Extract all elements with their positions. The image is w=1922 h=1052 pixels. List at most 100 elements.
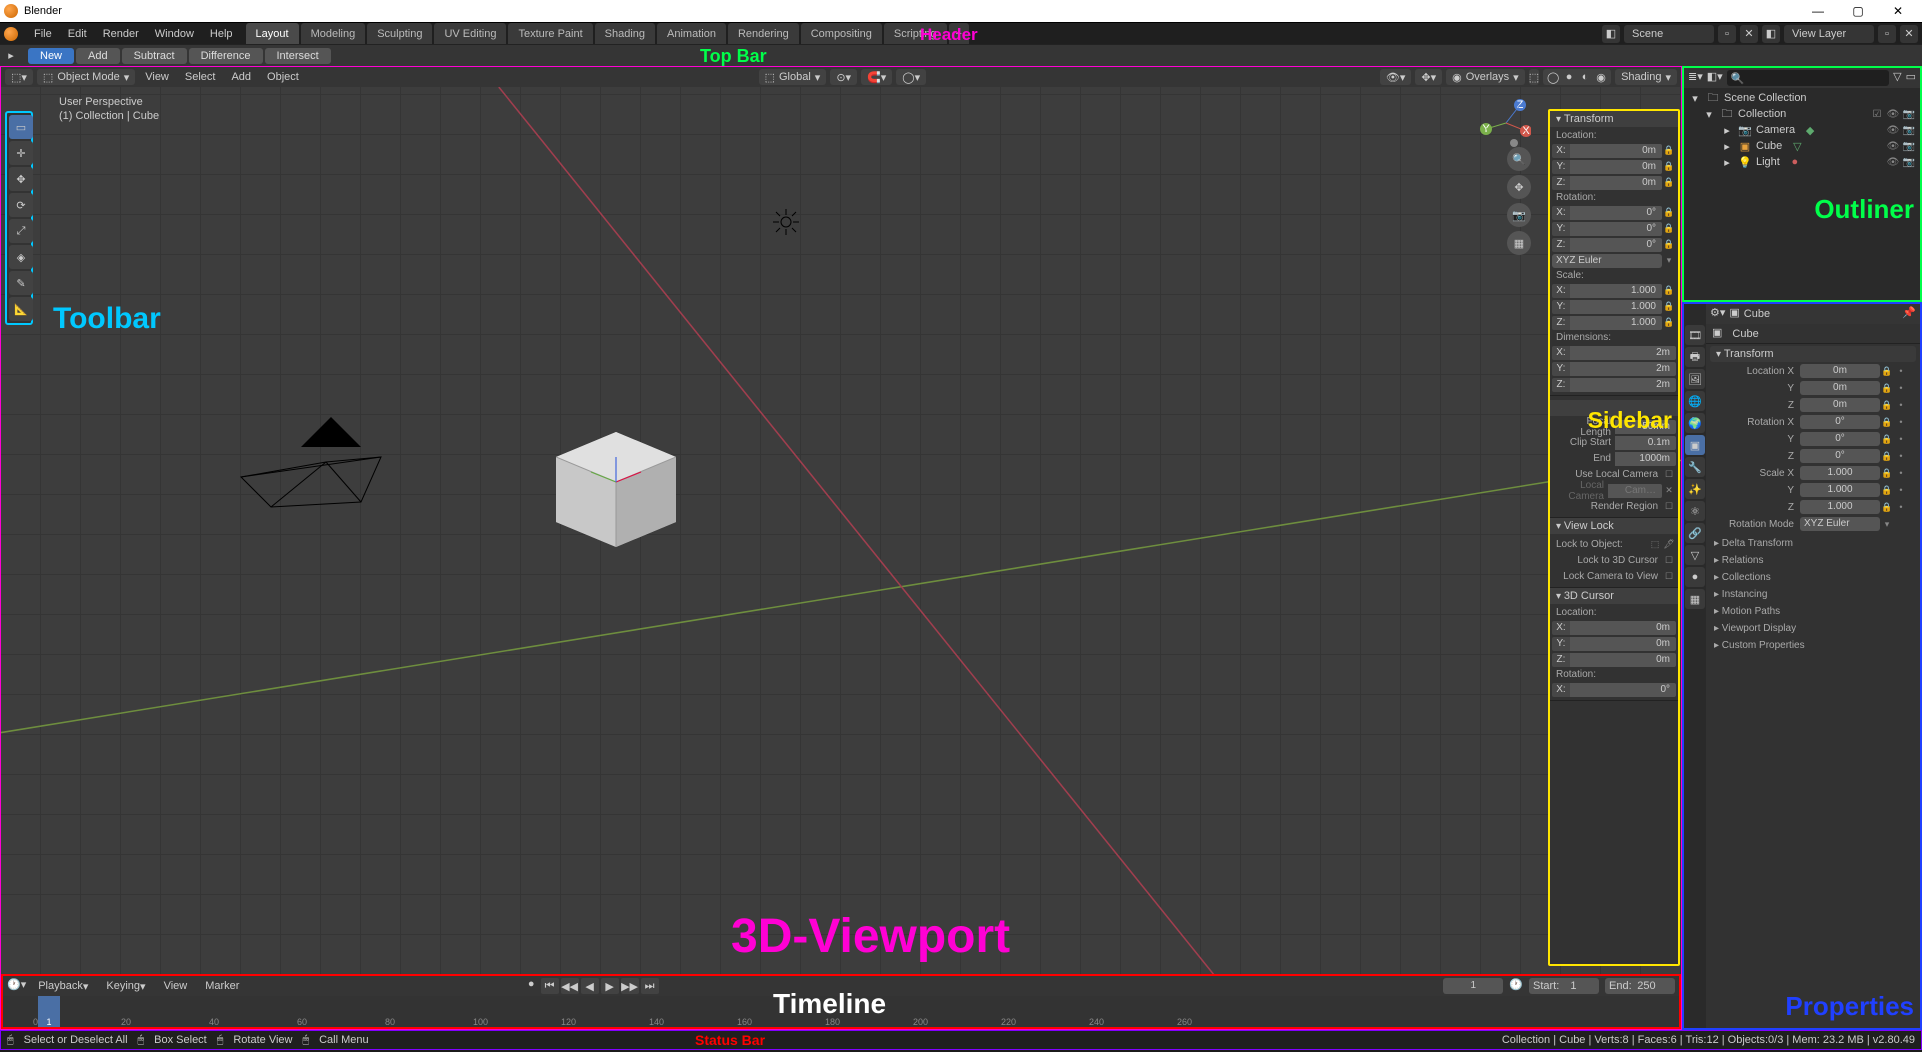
dim-y[interactable]: 2m	[1570, 362, 1676, 376]
zoom-icon[interactable]: 🔍	[1507, 147, 1531, 171]
p-scl-z[interactable]: 1.000	[1800, 500, 1880, 514]
cursor-rx[interactable]: 0°	[1570, 683, 1676, 697]
loc-z[interactable]: 0m	[1570, 176, 1662, 190]
tool-transform[interactable]: ◈	[9, 245, 33, 269]
tool-scale[interactable]: ⤢	[9, 219, 33, 243]
p-loc-z[interactable]: 0m	[1800, 398, 1880, 412]
prop-panel[interactable]: ▸ Collections	[1706, 569, 1920, 586]
lock-object-picker[interactable]: ⬚	[1648, 539, 1662, 550]
dim-x[interactable]: 2m	[1570, 346, 1676, 360]
collection-exclude-icon[interactable]: ☑	[1870, 109, 1884, 120]
snap-icon[interactable]: 🧲▾	[861, 69, 892, 85]
next-key-icon[interactable]: ▶▶	[621, 978, 639, 994]
prop-panel[interactable]: ▸ Viewport Display	[1706, 620, 1920, 637]
menu-edit[interactable]: Edit	[60, 23, 95, 44]
current-frame[interactable]: 1	[1443, 978, 1503, 994]
nav-gizmo[interactable]: Z Y X	[1476, 93, 1531, 148]
tab-scripting[interactable]: Scripting	[884, 23, 947, 45]
shading-modes[interactable]: ◯●◐◉	[1543, 69, 1611, 85]
perspective-icon[interactable]: ▦	[1507, 231, 1531, 255]
bool-new-button[interactable]: New	[28, 48, 74, 64]
overlays-toggle[interactable]: ◉ Overlays ▾	[1446, 69, 1525, 85]
shading-dropdown[interactable]: Shading ▾	[1615, 69, 1677, 85]
playhead[interactable]: 1	[38, 996, 60, 1027]
ptab-object[interactable]: ▣	[1685, 435, 1705, 455]
menu-help[interactable]: Help	[202, 23, 241, 44]
prop-panel[interactable]: ▸ Instancing	[1706, 586, 1920, 603]
prop-panel[interactable]: ▸ Motion Paths	[1706, 603, 1920, 620]
clock-icon[interactable]: 🕐	[1509, 978, 1523, 994]
ptab-constraints[interactable]: 🔗	[1685, 523, 1705, 543]
close-button[interactable]: ✕	[1878, 0, 1918, 22]
prop-panel[interactable]: ▸ Custom Properties	[1706, 637, 1920, 654]
end-frame[interactable]: End: 250	[1605, 978, 1675, 994]
tab-add[interactable]: +	[949, 23, 969, 45]
vp-menu-select[interactable]: Select	[179, 71, 222, 83]
bool-subtract-button[interactable]: Subtract	[122, 48, 187, 64]
tab-shading[interactable]: Shading	[595, 23, 655, 45]
tool-rotate[interactable]: ⟳	[9, 193, 33, 217]
tab-animation[interactable]: Animation	[657, 23, 726, 45]
minimize-button[interactable]: —	[1798, 0, 1838, 22]
menu-window[interactable]: Window	[147, 23, 202, 44]
object-name-input[interactable]: Cube	[1726, 326, 1914, 342]
bool-intersect-button[interactable]: Intersect	[265, 48, 331, 64]
rotmode[interactable]: XYZ Euler	[1552, 254, 1662, 268]
orientation-select[interactable]: ⬚ Global ▾	[759, 69, 827, 85]
p-scl-x[interactable]: 1.000	[1800, 466, 1880, 480]
np-cursor-h[interactable]: ▾ 3D Cursor	[1550, 588, 1678, 604]
mode-select[interactable]: ⬚ Object Mode ▾	[37, 69, 135, 85]
ptab-viewlayer[interactable]: 🖼	[1685, 369, 1705, 389]
ptab-modifiers[interactable]: 🔧	[1685, 457, 1705, 477]
play-rev-icon[interactable]: ◀	[581, 978, 599, 994]
prev-key-icon[interactable]: ◀◀	[561, 978, 579, 994]
ptab-render[interactable]: 🎞	[1685, 325, 1705, 345]
ptab-physics[interactable]: ⚛	[1685, 501, 1705, 521]
use-local-camera-checkbox[interactable]: ☐	[1662, 469, 1676, 480]
dim-z[interactable]: 2m	[1570, 378, 1676, 392]
outliner-cube[interactable]: ▸▣Cube▽ 👁📷	[1688, 138, 1916, 154]
cursor-y[interactable]: 0m	[1570, 637, 1676, 651]
play-icon[interactable]: ▶	[601, 978, 619, 994]
p-loc-x[interactable]: 0m	[1800, 364, 1880, 378]
tab-compositing[interactable]: Compositing	[801, 23, 882, 45]
loc-x[interactable]: 0m	[1570, 144, 1662, 158]
p-loc-y[interactable]: 0m	[1800, 381, 1880, 395]
prop-panel[interactable]: ▸ Delta Transform	[1706, 535, 1920, 552]
p-rot-x[interactable]: 0°	[1800, 415, 1880, 429]
viewlayer-browse-icon[interactable]: ◧	[1762, 25, 1780, 43]
focal-length[interactable]: 50mm	[1615, 420, 1676, 434]
maximize-button[interactable]: ▢	[1838, 0, 1878, 22]
jump-start-icon[interactable]: ⏮	[541, 978, 559, 994]
tool-cursor[interactable]: ✛	[9, 141, 33, 165]
lock-cam-checkbox[interactable]: ☐	[1662, 571, 1676, 582]
start-frame[interactable]: Start: 1	[1529, 978, 1599, 994]
timeline-body[interactable]: 1 020406080100120140160180200220240260	[3, 996, 1679, 1027]
outliner-display-icon[interactable]: ◧▾	[1707, 70, 1723, 86]
pin-icon[interactable]: 📌	[1902, 306, 1916, 322]
lock-3d-checkbox[interactable]: ☐	[1662, 555, 1676, 566]
scene-delete-icon[interactable]: ✕	[1740, 25, 1758, 43]
editor-type-icon[interactable]: ⬚▾	[5, 69, 33, 85]
tool-select-box[interactable]: ▭	[9, 115, 33, 139]
jump-end-icon[interactable]: ⏭	[641, 978, 659, 994]
tool-move[interactable]: ✥	[9, 167, 33, 191]
scene-name[interactable]: Scene	[1624, 25, 1714, 43]
scl-z[interactable]: 1.000	[1570, 316, 1662, 330]
ptab-material[interactable]: ●	[1685, 567, 1705, 587]
new-collection-icon[interactable]: ▭	[1906, 70, 1916, 86]
visibility-icon[interactable]: 👁▾	[1380, 69, 1412, 85]
pan-icon[interactable]: ✥	[1507, 175, 1531, 199]
timeline-editor-icon[interactable]: 🕐▾	[7, 978, 26, 994]
local-camera[interactable]: Cam…	[1608, 484, 1662, 498]
ptab-data[interactable]: ▽	[1685, 545, 1705, 565]
scl-y[interactable]: 1.000	[1570, 300, 1662, 314]
gizmo-toggle-icon[interactable]: ✥▾	[1415, 69, 1442, 85]
tab-modeling[interactable]: Modeling	[301, 23, 366, 45]
clip-start[interactable]: 0.1m	[1615, 436, 1676, 450]
scene-browse-icon[interactable]: ◧	[1602, 25, 1620, 43]
outliner-search[interactable]: 🔍	[1727, 70, 1889, 86]
np-transform-h[interactable]: ▾ Transform	[1550, 111, 1678, 127]
vp-menu-object[interactable]: Object	[261, 71, 305, 83]
rot-y[interactable]: 0°	[1570, 222, 1662, 236]
